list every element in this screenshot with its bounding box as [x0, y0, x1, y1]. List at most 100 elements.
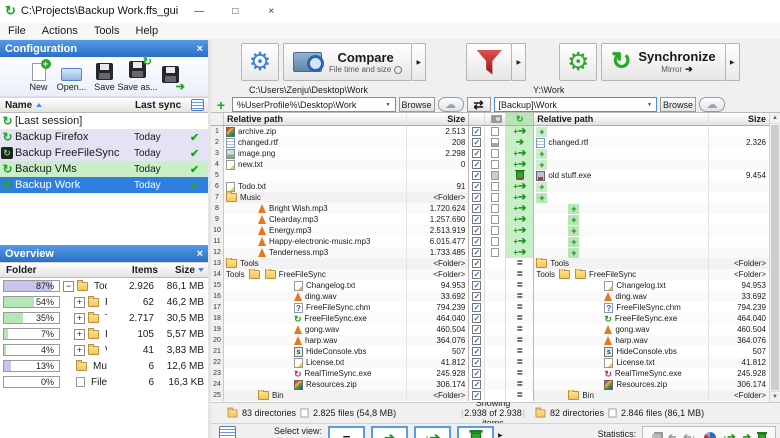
action-equal-icon[interactable]: = [517, 291, 523, 302]
action-create-right-icon[interactable]: + ➔ [513, 181, 526, 192]
checkbox-cell[interactable]: ✓ [469, 236, 486, 247]
file-size-cell[interactable]: 208 [407, 137, 470, 148]
action-cell[interactable]: + ➔ [506, 148, 535, 159]
grid-row[interactable]: 15 Changelog.txt 94.953 ✓ = Changelog.txt… [211, 280, 769, 291]
swap-sides-button[interactable]: ⇄ [466, 97, 491, 112]
sync-checkbox[interactable]: ✓ [472, 171, 482, 180]
overview-row[interactable]: 54% + FreeFileSync 62 46,2 MB [0, 294, 208, 310]
menu-file[interactable]: File [0, 25, 34, 37]
sync-checkbox[interactable]: ✓ [472, 259, 482, 268]
action-equal-icon[interactable]: = [517, 390, 523, 401]
file-path-cell[interactable]: Changelog.txt [534, 280, 709, 291]
overview-row[interactable]: 35% + Testing 2.717 30,5 MB [0, 310, 208, 326]
file-path-cell[interactable]: harp.wav [534, 335, 709, 346]
grid-row[interactable]: 4 new.txt 0 ✓ + ➔ + [211, 159, 769, 170]
sync-checkbox[interactable]: ✓ [472, 369, 482, 378]
maximize-button[interactable]: □ [220, 6, 250, 17]
file-path-cell[interactable]: s HideConsole.vbs [534, 346, 709, 357]
minimize-button[interactable]: — [184, 6, 214, 17]
file-path-cell[interactable]: Resources.zip [534, 379, 709, 390]
overview-row[interactable]: 87% − Tools 2.926 86,1 MB [0, 278, 208, 294]
action-cell[interactable]: = [506, 368, 535, 379]
checkbox-cell[interactable]: ✓ [469, 357, 486, 368]
file-path-cell[interactable]: Bin [224, 390, 408, 401]
file-path-cell[interactable]: s HideConsole.vbs [224, 346, 408, 357]
file-path-cell[interactable]: + [534, 192, 709, 203]
vertical-scrollbar[interactable]: ▲ ▼ [769, 113, 780, 402]
checkbox-cell[interactable]: ✓ [469, 247, 486, 258]
comparison-settings-button[interactable]: ⚙ [241, 43, 279, 81]
column-folder[interactable]: Folder [0, 265, 111, 276]
action-equal-icon[interactable]: = [517, 269, 523, 280]
close-panel-icon[interactable]: × [197, 248, 203, 260]
file-size-cell[interactable] [709, 148, 769, 159]
sync-checkbox[interactable]: ✓ [472, 138, 482, 147]
file-path-cell[interactable]: Clearday.mp3 [224, 214, 408, 225]
file-path-cell[interactable]: Tools [224, 258, 408, 269]
action-cell[interactable]: ➔ [506, 137, 535, 148]
file-path-cell[interactable]: old stuff.exe [534, 170, 709, 181]
open-config-button[interactable]: Open... [55, 61, 88, 92]
action-create-right-icon[interactable]: + ➔ [513, 247, 526, 258]
sync-checkbox[interactable]: ✓ [472, 358, 482, 367]
file-path-cell[interactable]: Changelog.txt [224, 280, 408, 291]
file-path-cell[interactable]: Tools FreeFileSync [534, 269, 709, 280]
right-browse-button[interactable]: Browse [660, 97, 696, 112]
file-size-cell[interactable]: <Folder> [407, 390, 470, 401]
grid-row[interactable]: 24 Resources.zip 306.174 ✓ = Resources.zi… [211, 379, 769, 390]
file-size-cell[interactable] [709, 192, 769, 203]
grid-row[interactable]: 6 Todo.txt 91 ✓ + ➔ + [211, 181, 769, 192]
file-size-cell[interactable]: 245.928 [709, 368, 769, 379]
close-panel-icon[interactable]: × [197, 43, 203, 55]
synchronize-button[interactable]: ↻ Synchronize Mirror ➔ [601, 43, 726, 81]
file-size-cell[interactable]: 245.928 [407, 368, 470, 379]
action-create-right-icon[interactable]: + ➔ [513, 214, 526, 225]
file-size-cell[interactable]: 94.953 [407, 280, 470, 291]
file-path-cell[interactable]: image.png [224, 148, 408, 159]
file-size-cell[interactable]: 460.504 [709, 324, 769, 335]
view-filter-equal-button[interactable]: = [328, 426, 366, 438]
scroll-up-icon[interactable]: ▲ [770, 113, 780, 124]
action-cell[interactable]: + ➔ [506, 214, 535, 225]
synchronize-dropdown-button[interactable]: ▶ [725, 43, 740, 81]
file-size-cell[interactable]: <Folder> [407, 258, 470, 269]
column-size[interactable]: Size [158, 265, 208, 276]
action-equal-icon[interactable]: = [517, 313, 523, 324]
file-path-cell[interactable]: Music [224, 192, 408, 203]
file-path-cell[interactable]: License.txt [534, 357, 709, 368]
action-cell[interactable]: + ➔ [506, 225, 535, 236]
file-path-cell[interactable]: ding.wav [534, 291, 709, 302]
grid-row[interactable]: 14 Tools FreeFileSync <Folder> ✓ = Tools Fr… [211, 269, 769, 280]
file-size-cell[interactable]: 94.953 [709, 280, 769, 291]
file-size-cell[interactable] [709, 203, 769, 214]
sync-checkbox[interactable]: ✓ [472, 215, 482, 224]
sync-checkbox[interactable]: ✓ [472, 380, 482, 389]
file-path-cell[interactable] [224, 170, 408, 181]
config-row[interactable]: ↻ Backup VMs Today ✔ [0, 161, 208, 177]
file-path-cell[interactable]: + [534, 148, 709, 159]
checkbox-cell[interactable]: ✓ [469, 126, 486, 137]
file-size-cell[interactable]: 2.326 [709, 137, 769, 148]
grid-row[interactable]: 11 Happy-electronic-music.mp3 6.015.477 ✓… [211, 236, 769, 247]
file-path-cell[interactable]: Resources.zip [224, 379, 408, 390]
new-config-button[interactable]: New [22, 58, 55, 92]
file-size-cell[interactable]: 2.513.919 [407, 225, 470, 236]
file-size-cell[interactable]: 2.298 [407, 148, 470, 159]
left-grid-size-header[interactable]: Size [407, 113, 470, 125]
file-size-cell[interactable]: <Folder> [709, 390, 769, 401]
file-size-cell[interactable] [407, 170, 470, 181]
file-path-cell[interactable]: new.txt [224, 159, 408, 170]
file-size-cell[interactable]: 364.076 [709, 335, 769, 346]
file-size-cell[interactable]: 460.504 [407, 324, 470, 335]
checkbox-cell[interactable]: ✓ [469, 269, 486, 280]
checkbox-cell[interactable]: ✓ [469, 214, 486, 225]
checkbox-column-header[interactable] [469, 113, 486, 125]
grid-row[interactable]: 18 ↻ FreeFileSync.exe 464.040 ✓ = ↻ FreeFil… [211, 313, 769, 324]
save-as-button[interactable]: ↻ Save as... [117, 56, 157, 93]
action-cell[interactable]: + ➔ [506, 236, 535, 247]
overview-row[interactable]: 13% Music 6 12,6 MB [0, 358, 208, 374]
file-path-cell[interactable]: ding.wav [224, 291, 408, 302]
action-cell[interactable]: = [506, 335, 535, 346]
file-size-cell[interactable]: <Folder> [709, 258, 769, 269]
checkbox-cell[interactable]: ✓ [469, 335, 486, 346]
